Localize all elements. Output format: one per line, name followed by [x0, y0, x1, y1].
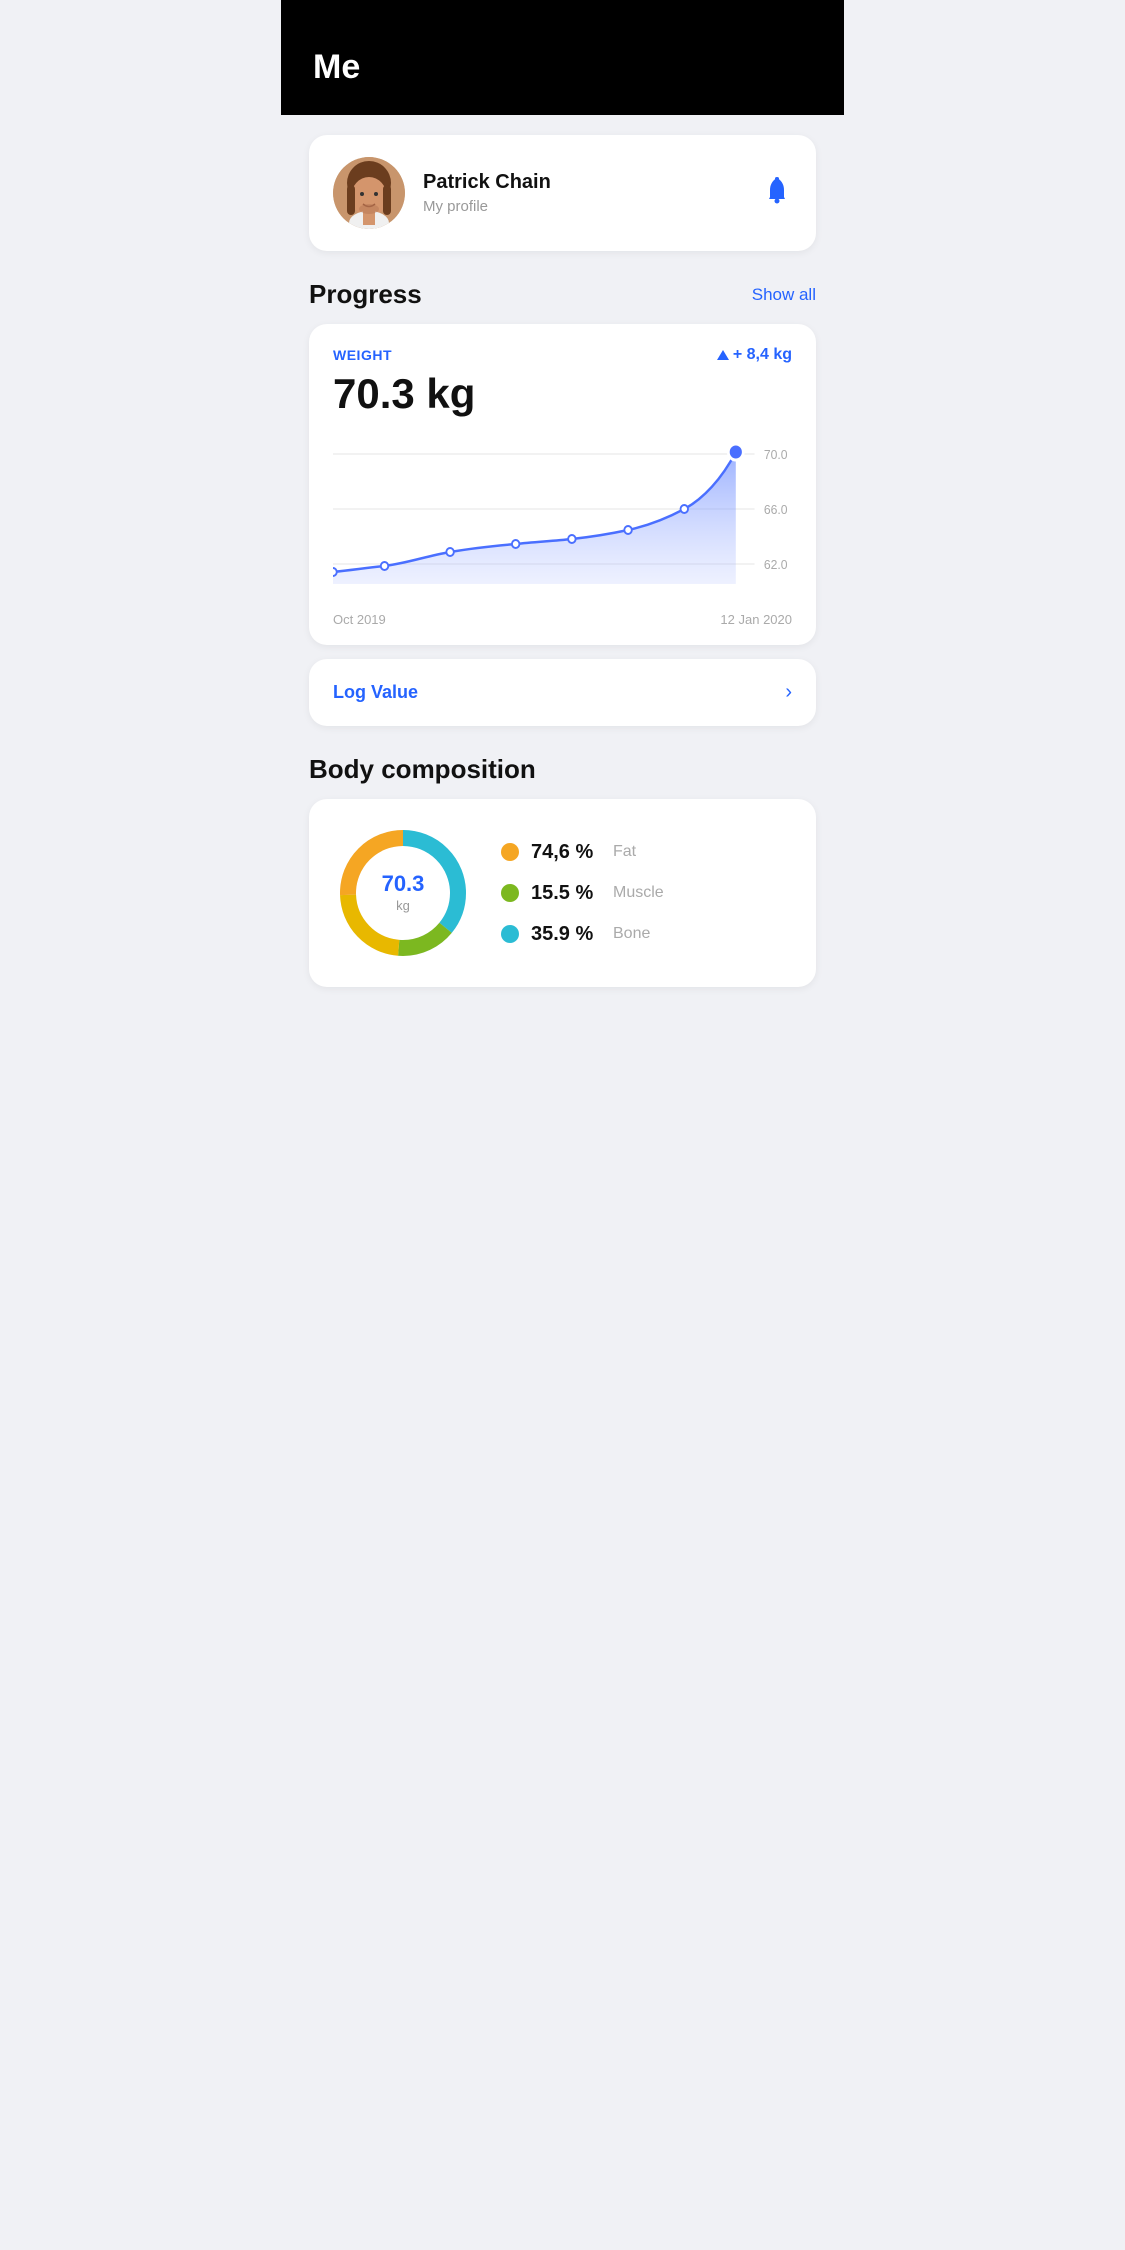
weight-card-header: WEIGHT + 8,4 kg [333, 346, 792, 364]
bone-dot [501, 925, 519, 943]
avatar [333, 157, 405, 229]
profile-info: Patrick Chain My profile [423, 171, 762, 215]
body-comp-section-header: Body composition [309, 754, 816, 785]
chevron-right-icon: › [785, 681, 792, 704]
bone-percent: 35.9 % [531, 923, 601, 946]
fat-label: Fat [613, 843, 636, 861]
body-composition-card: 70.3 kg 74,6 % Fat 15.5 % Muscle 35.9 % … [309, 799, 816, 987]
donut-chart: 70.3 kg [333, 823, 473, 963]
composition-muscle: 15.5 % Muscle [501, 882, 792, 905]
donut-weight-value: 70.3 [382, 871, 425, 897]
composition-items: 74,6 % Fat 15.5 % Muscle 35.9 % Bone [501, 841, 792, 946]
weight-label: WEIGHT [333, 347, 392, 363]
composition-fat: 74,6 % Fat [501, 841, 792, 864]
weight-value: 70.3 kg [333, 370, 792, 418]
fat-dot [501, 843, 519, 861]
page-title: Me [313, 48, 360, 86]
muscle-label: Muscle [613, 884, 664, 902]
svg-text:62.0: 62.0 [764, 558, 788, 572]
progress-title: Progress [309, 279, 422, 310]
donut-label: 70.3 kg [382, 871, 425, 915]
svg-text:66.0: 66.0 [764, 503, 788, 517]
arrow-up-icon [717, 350, 729, 360]
log-value-card[interactable]: Log Value › [309, 659, 816, 726]
donut-weight-unit: kg [396, 898, 410, 913]
app-header: Me [281, 0, 844, 115]
main-content: Patrick Chain My profile Progress Show a… [281, 115, 844, 1007]
muscle-dot [501, 884, 519, 902]
body-comp-title: Body composition [309, 754, 536, 785]
svg-text:70.0: 70.0 [764, 448, 788, 462]
weight-chart: 70.0 66.0 62.0 [333, 434, 792, 604]
profile-subtitle: My profile [423, 198, 762, 215]
log-value-label: Log Value [333, 682, 418, 703]
fat-percent: 74,6 % [531, 841, 601, 864]
bone-label: Bone [613, 925, 650, 943]
notification-bell-icon[interactable] [762, 175, 792, 212]
muscle-percent: 15.5 % [531, 882, 601, 905]
show-all-link[interactable]: Show all [752, 285, 816, 305]
chart-dates: Oct 2019 12 Jan 2020 [333, 612, 792, 627]
composition-bone: 35.9 % Bone [501, 923, 792, 946]
chart-end-date: 12 Jan 2020 [720, 612, 792, 627]
chart-start-date: Oct 2019 [333, 612, 386, 627]
profile-name: Patrick Chain [423, 171, 762, 194]
weight-change: + 8,4 kg [717, 346, 792, 364]
progress-section-header: Progress Show all [309, 279, 816, 310]
weight-card: WEIGHT + 8,4 kg 70.3 kg 70.0 66.0 62.0 [309, 324, 816, 645]
profile-card[interactable]: Patrick Chain My profile [309, 135, 816, 251]
